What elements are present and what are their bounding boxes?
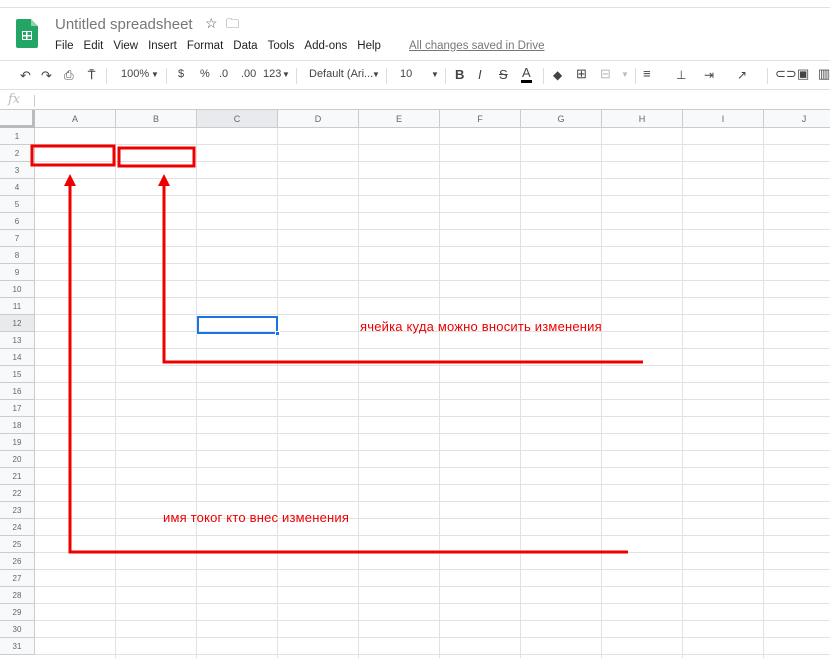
arrowhead-b2	[158, 174, 170, 186]
annotation-editable-cell: ячейка куда можно вносить изменения	[360, 319, 602, 334]
highlight-box-b2	[117, 146, 196, 168]
arrowhead-a2	[64, 174, 76, 186]
annotation-editor-name: имя токог кто внес изменения	[163, 510, 350, 525]
arrow-to-a2	[68, 180, 628, 554]
arrow-to-b2	[162, 180, 643, 364]
highlight-box-a2	[30, 144, 116, 167]
